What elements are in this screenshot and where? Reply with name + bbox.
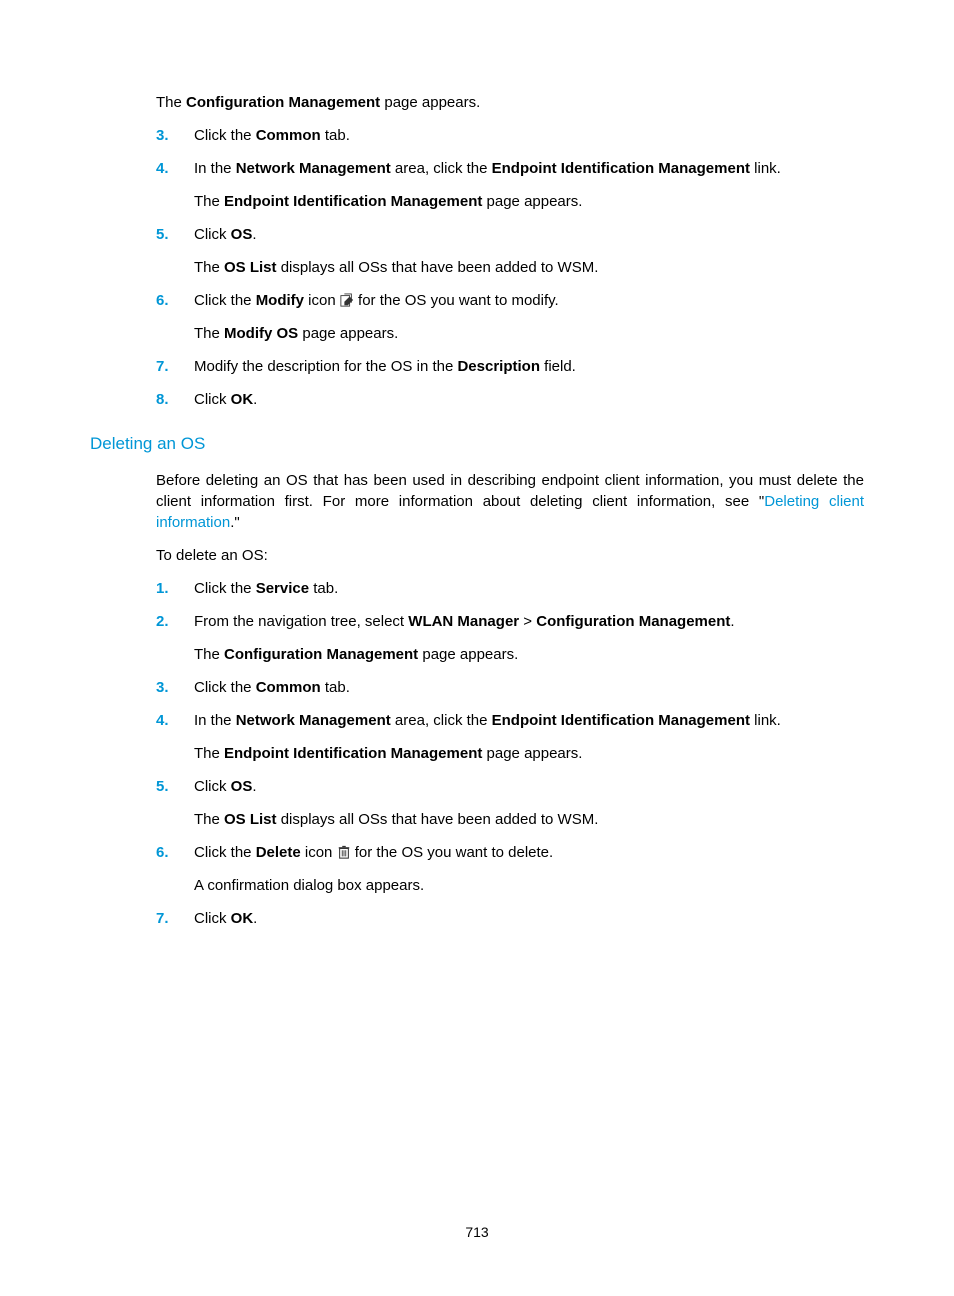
list-item: 7.Click OK. bbox=[156, 908, 864, 929]
step-text: Click the Service tab. bbox=[194, 578, 864, 599]
step-text: From the navigation tree, select WLAN Ma… bbox=[194, 611, 864, 632]
modify-icon bbox=[340, 293, 354, 307]
list-number: 3. bbox=[156, 125, 194, 146]
list-item: 3.Click the Common tab. bbox=[156, 677, 864, 698]
step-text: The OS List displays all OSs that have b… bbox=[194, 809, 864, 830]
step-text: Modify the description for the OS in the… bbox=[194, 356, 864, 377]
list-item: 7.Modify the description for the OS in t… bbox=[156, 356, 864, 377]
step-text: The Endpoint Identification Management p… bbox=[194, 191, 864, 212]
step-text: In the Network Management area, click th… bbox=[194, 710, 864, 731]
list-item: 3.Click the Common tab. bbox=[156, 125, 864, 146]
list-number: 7. bbox=[156, 908, 194, 929]
ordered-list-1: 3.Click the Common tab.4.In the Network … bbox=[90, 125, 864, 410]
list-body: Click the Modify icon for the OS you wan… bbox=[194, 290, 864, 344]
step-text: Click the Common tab. bbox=[194, 125, 864, 146]
step-text: Click the Common tab. bbox=[194, 677, 864, 698]
list-body: Click the Common tab. bbox=[194, 677, 864, 698]
page-number: 713 bbox=[0, 1224, 954, 1240]
list-body: Click OK. bbox=[194, 908, 864, 929]
list-item: 1.Click the Service tab. bbox=[156, 578, 864, 599]
list-body: Click OS. The OS List displays all OSs th… bbox=[194, 224, 864, 278]
ordered-list-2: 1.Click the Service tab.2.From the navig… bbox=[90, 578, 864, 929]
intro-block: Before deleting an OS that has been used… bbox=[90, 470, 864, 566]
list-item: 5.Click OS. The OS List displays all OSs … bbox=[156, 224, 864, 278]
step-text: The Modify OS page appears. bbox=[194, 323, 864, 344]
list-body: Click OK. bbox=[194, 389, 864, 410]
list-number: 2. bbox=[156, 611, 194, 632]
step-text: Click OS. bbox=[194, 224, 864, 245]
list-item: 6.Click the Modify icon for the OS you w… bbox=[156, 290, 864, 344]
step-text: Click OK. bbox=[194, 908, 864, 929]
list-body: Click the Delete icon for the OS you wan… bbox=[194, 842, 864, 896]
step-text: Click the Delete icon for the OS you wan… bbox=[194, 842, 864, 863]
list-item: 4.In the Network Management area, click … bbox=[156, 158, 864, 212]
list-number: 8. bbox=[156, 389, 194, 410]
step-text: Click the Modify icon for the OS you wan… bbox=[194, 290, 864, 311]
step-text: A confirmation dialog box appears. bbox=[194, 875, 864, 896]
list-item: 8.Click OK. bbox=[156, 389, 864, 410]
continuation-block: The Configuration Management page appear… bbox=[90, 92, 864, 113]
lead-in: To delete an OS: bbox=[156, 545, 864, 566]
list-number: 1. bbox=[156, 578, 194, 599]
step-text: Click OS. bbox=[194, 776, 864, 797]
list-body: Click the Common tab. bbox=[194, 125, 864, 146]
list-number: 4. bbox=[156, 710, 194, 731]
page-content: The Configuration Management page appear… bbox=[0, 0, 954, 929]
list-number: 4. bbox=[156, 158, 194, 179]
list-body: From the navigation tree, select WLAN Ma… bbox=[194, 611, 864, 665]
step-text: The Endpoint Identification Management p… bbox=[194, 743, 864, 764]
list-number: 5. bbox=[156, 224, 194, 245]
list-item: 6.Click the Delete icon for the OS you w… bbox=[156, 842, 864, 896]
section-heading: Deleting an OS bbox=[90, 432, 864, 456]
step-text: The OS List displays all OSs that have b… bbox=[194, 257, 864, 278]
result-line: The Configuration Management page appear… bbox=[156, 92, 864, 113]
list-number: 6. bbox=[156, 842, 194, 863]
delete-icon bbox=[337, 845, 351, 859]
list-body: In the Network Management area, click th… bbox=[194, 158, 864, 212]
list-number: 3. bbox=[156, 677, 194, 698]
list-item: 5.Click OS. The OS List displays all OSs … bbox=[156, 776, 864, 830]
list-item: 4.In the Network Management area, click … bbox=[156, 710, 864, 764]
list-item: 2.From the navigation tree, select WLAN … bbox=[156, 611, 864, 665]
list-body: Click OS. The OS List displays all OSs th… bbox=[194, 776, 864, 830]
step-text: Click OK. bbox=[194, 389, 864, 410]
list-body: Modify the description for the OS in the… bbox=[194, 356, 864, 377]
list-number: 5. bbox=[156, 776, 194, 797]
step-text: In the Network Management area, click th… bbox=[194, 158, 864, 179]
list-number: 6. bbox=[156, 290, 194, 311]
list-body: In the Network Management area, click th… bbox=[194, 710, 864, 764]
step-text: The Configuration Management page appear… bbox=[194, 644, 864, 665]
list-body: Click the Service tab. bbox=[194, 578, 864, 599]
list-number: 7. bbox=[156, 356, 194, 377]
intro-paragraph: Before deleting an OS that has been used… bbox=[156, 470, 864, 533]
